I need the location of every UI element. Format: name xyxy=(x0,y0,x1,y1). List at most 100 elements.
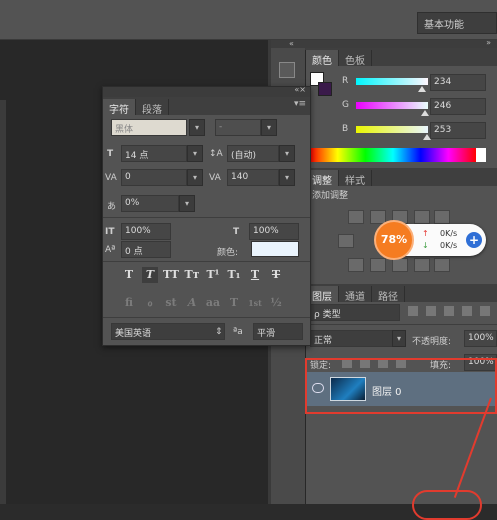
exposure-icon[interactable] xyxy=(414,210,430,224)
stylistic-alt-button[interactable]: aa xyxy=(205,295,221,311)
antialias-select[interactable]: 平滑 xyxy=(253,323,303,340)
vibrance-icon[interactable] xyxy=(434,210,450,224)
upload-speed: 0K/s xyxy=(440,229,458,238)
tracking-field[interactable]: 140 xyxy=(227,169,279,186)
adjust-tabs: 调整 样式 xyxy=(306,168,497,187)
character-panel: «× 字符 段落 ▾≡ 黑体 ▾ - ▾ T 14 点 ▾ ↕A (自动) ▾ … xyxy=(102,85,311,346)
discretionary-lig-button[interactable]: st xyxy=(163,295,179,311)
opacity-field[interactable]: 100% xyxy=(464,330,497,347)
filter-adjust-icon[interactable] xyxy=(426,306,436,316)
invert-icon[interactable] xyxy=(348,258,364,272)
language-chevron-icon[interactable]: ⇕ xyxy=(215,327,223,337)
vertical-scale-icon: IT xyxy=(105,227,115,237)
r-value-field[interactable]: 234 xyxy=(430,74,486,91)
font-style-field[interactable]: - xyxy=(215,119,261,136)
tab-channels[interactable]: 通道 xyxy=(339,286,372,303)
tab-character[interactable]: 字符 xyxy=(103,99,136,116)
subscript-button[interactable]: T₁ xyxy=(226,267,242,283)
r-label: R xyxy=(342,76,349,86)
text-color-swatch[interactable] xyxy=(251,241,299,257)
font-size-field[interactable]: 14 点 xyxy=(121,145,187,162)
tab-paragraph[interactable]: 段落 xyxy=(136,99,169,116)
character-panel-header[interactable]: «× xyxy=(103,85,310,97)
color-label: 颜色: xyxy=(217,248,239,258)
color-spectrum-bar[interactable] xyxy=(310,148,486,162)
filter-type-icon[interactable] xyxy=(444,306,454,316)
contextual-alt-button[interactable]: ℴ xyxy=(142,295,158,311)
small-caps-button[interactable]: Tт xyxy=(184,267,200,283)
memory-percent-ball[interactable]: 78% xyxy=(374,220,414,260)
font-size-chevron-icon[interactable]: ▾ xyxy=(187,145,203,162)
download-speed: 0K/s xyxy=(440,241,458,250)
fractions-button[interactable]: ½ xyxy=(268,295,284,311)
filter-shape-icon[interactable] xyxy=(462,306,472,316)
layer-filter-select[interactable]: ρ 类型 xyxy=(310,304,400,321)
g-slider[interactable] xyxy=(356,102,428,109)
posterize-icon[interactable] xyxy=(370,258,386,272)
ordinals-button[interactable]: 1st xyxy=(247,295,263,311)
language-select[interactable]: 美国英语 xyxy=(111,323,225,340)
strikethrough-button[interactable]: T xyxy=(268,267,284,283)
brightness-icon[interactable] xyxy=(348,210,364,224)
faux-italic-button[interactable]: T xyxy=(142,267,158,283)
kerning-icon: VA xyxy=(105,173,117,183)
g-value-field[interactable]: 246 xyxy=(430,98,486,115)
tracking-chevron-icon[interactable]: ▾ xyxy=(279,169,295,186)
baseline-icon: Aª xyxy=(105,245,116,255)
threshold-icon[interactable] xyxy=(392,258,408,272)
layers-tabs: 图层 通道 路径 xyxy=(306,284,497,303)
titling-alt-button[interactable]: T xyxy=(226,295,242,311)
kerning-field[interactable]: 0 xyxy=(121,169,187,186)
baseline-field[interactable]: 0 点 xyxy=(121,241,171,258)
character-tabs: 字符 段落 xyxy=(103,97,310,116)
blend-mode-chevron-icon[interactable]: ▾ xyxy=(392,330,406,347)
tab-styles[interactable]: 样式 xyxy=(339,170,372,187)
gradient-map-icon[interactable] xyxy=(414,258,430,272)
font-family-field[interactable]: 黑体 xyxy=(111,119,187,136)
annotation-curve xyxy=(412,490,482,520)
download-arrow-icon: ↓ xyxy=(422,241,429,250)
horizontal-scale-field[interactable]: 100% xyxy=(249,223,299,240)
workspace-selector[interactable]: 基本功能 xyxy=(417,12,497,34)
r-slider[interactable] xyxy=(356,78,428,85)
highlight-box xyxy=(305,358,497,414)
add-adjustment-title: 添加调整 xyxy=(312,191,349,201)
font-family-chevron-icon[interactable]: ▾ xyxy=(189,119,205,136)
background-color-swatch[interactable] xyxy=(318,82,332,96)
leading-field[interactable]: (自动) xyxy=(227,145,279,162)
filter-smart-icon[interactable] xyxy=(480,306,490,316)
b-slider-thumb[interactable] xyxy=(423,134,431,140)
tab-swatches[interactable]: 色板 xyxy=(339,50,372,67)
tab-paths[interactable]: 路径 xyxy=(372,286,405,303)
r-slider-thumb[interactable] xyxy=(418,86,426,92)
tab-color[interactable]: 颜色 xyxy=(306,50,339,67)
selective-color-icon[interactable] xyxy=(434,258,450,272)
b-slider[interactable] xyxy=(356,126,428,133)
filter-pixel-icon[interactable] xyxy=(408,306,418,316)
panel-menu-icon[interactable]: ▾≡ xyxy=(294,99,306,109)
g-slider-thumb[interactable] xyxy=(421,110,429,116)
opacity-label: 不透明度: xyxy=(412,337,452,347)
history-icon[interactable] xyxy=(279,62,295,78)
underline-button[interactable]: T xyxy=(247,267,263,283)
upload-arrow-icon: ↑ xyxy=(422,229,429,238)
antialias-icon: ªa xyxy=(233,327,243,337)
g-label: G xyxy=(342,100,349,110)
tsume-chevron-icon[interactable]: ▾ xyxy=(179,195,195,212)
tsume-icon: あ xyxy=(107,202,117,212)
faux-bold-button[interactable]: T xyxy=(121,267,137,283)
superscript-button[interactable]: T¹ xyxy=(205,267,221,283)
swash-button[interactable]: A xyxy=(184,295,200,311)
ligatures-button[interactable]: fi xyxy=(121,295,137,311)
layer-filter-icons xyxy=(408,306,492,318)
vertical-scale-field[interactable]: 100% xyxy=(121,223,171,240)
b-value-field[interactable]: 253 xyxy=(430,122,486,139)
all-caps-button[interactable]: TT xyxy=(163,267,179,283)
leading-chevron-icon[interactable]: ▾ xyxy=(279,145,295,162)
font-style-chevron-icon[interactable]: ▾ xyxy=(261,119,277,136)
kerning-chevron-icon[interactable]: ▾ xyxy=(187,169,203,186)
opentype-buttons: fi ℴ st A aa T 1st ½ xyxy=(121,295,311,311)
color-balance-icon[interactable] xyxy=(338,234,354,248)
tsume-field[interactable]: 0% xyxy=(121,195,179,212)
boost-plus-icon[interactable]: + xyxy=(466,232,482,248)
